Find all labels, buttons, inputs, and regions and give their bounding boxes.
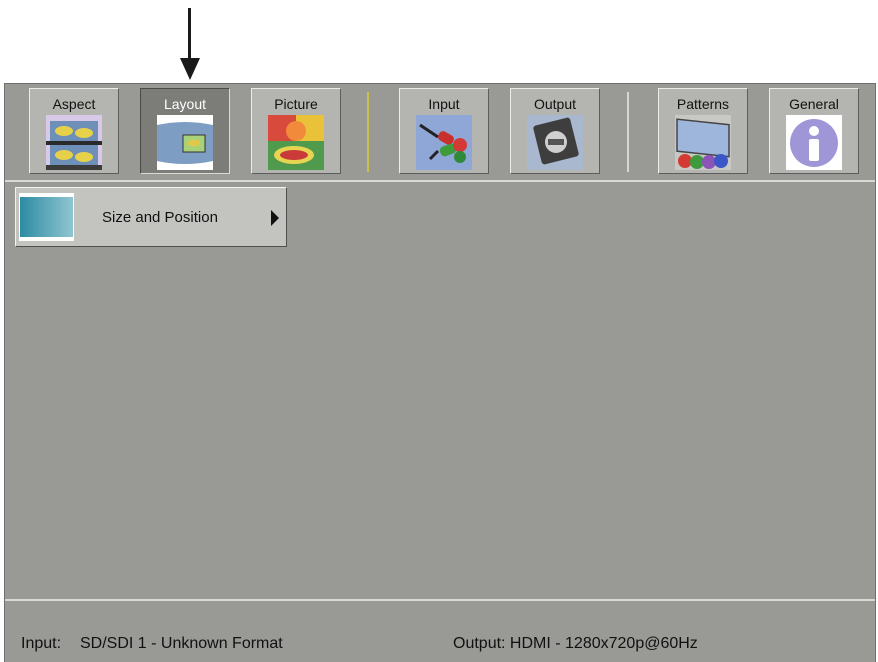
tab-layout[interactable]: Layout xyxy=(140,88,230,174)
tab-patterns-label: Patterns xyxy=(676,96,730,112)
tab-picture[interactable]: Picture xyxy=(251,88,341,174)
pointer-arrow-shaft xyxy=(188,8,191,60)
tab-picture-label: Picture xyxy=(274,96,318,112)
layout-icon xyxy=(157,115,213,170)
toolbar-divider xyxy=(5,180,875,182)
submenu-arrow-icon xyxy=(271,210,279,226)
info-icon xyxy=(786,115,842,170)
status-output: Output: HDMI - 1280x720p@60Hz xyxy=(453,635,698,652)
tab-patterns[interactable]: Patterns xyxy=(658,88,748,174)
status-input-label: Input: xyxy=(21,635,62,652)
status-input-value: SD/SDI 1 - Unknown Format xyxy=(80,635,283,652)
menu-item-label: Size and Position xyxy=(102,209,218,226)
picture-icon xyxy=(268,115,324,170)
tab-aspect[interactable]: Aspect xyxy=(29,88,119,174)
tab-input[interactable]: Input xyxy=(399,88,489,174)
main-toolbar: Aspect Layout Picture Input Output Patte… xyxy=(5,84,875,180)
status-bar: Input: SD/SDI 1 - Unknown Format Output:… xyxy=(5,601,875,662)
size-position-thumbnail-icon xyxy=(19,193,74,241)
toolbar-separator xyxy=(367,92,369,172)
pointer-arrow-head xyxy=(180,58,200,80)
tab-output[interactable]: Output xyxy=(510,88,600,174)
tab-general-label: General xyxy=(789,96,839,112)
tab-layout-label: Layout xyxy=(163,96,207,112)
tab-output-label: Output xyxy=(533,96,577,112)
menu-item-size-and-position[interactable]: Size and Position xyxy=(15,187,287,247)
aspect-icon xyxy=(46,115,102,170)
osd-screen: Aspect Layout Picture Input Output Patte… xyxy=(4,83,876,662)
tab-aspect-label: Aspect xyxy=(52,96,96,112)
tab-input-label: Input xyxy=(428,96,460,112)
toolbar-separator-2 xyxy=(627,92,629,172)
input-cable-icon xyxy=(416,115,472,170)
tab-general[interactable]: General xyxy=(769,88,859,174)
output-chip-icon xyxy=(527,115,583,170)
patterns-monitor-icon xyxy=(675,115,731,170)
